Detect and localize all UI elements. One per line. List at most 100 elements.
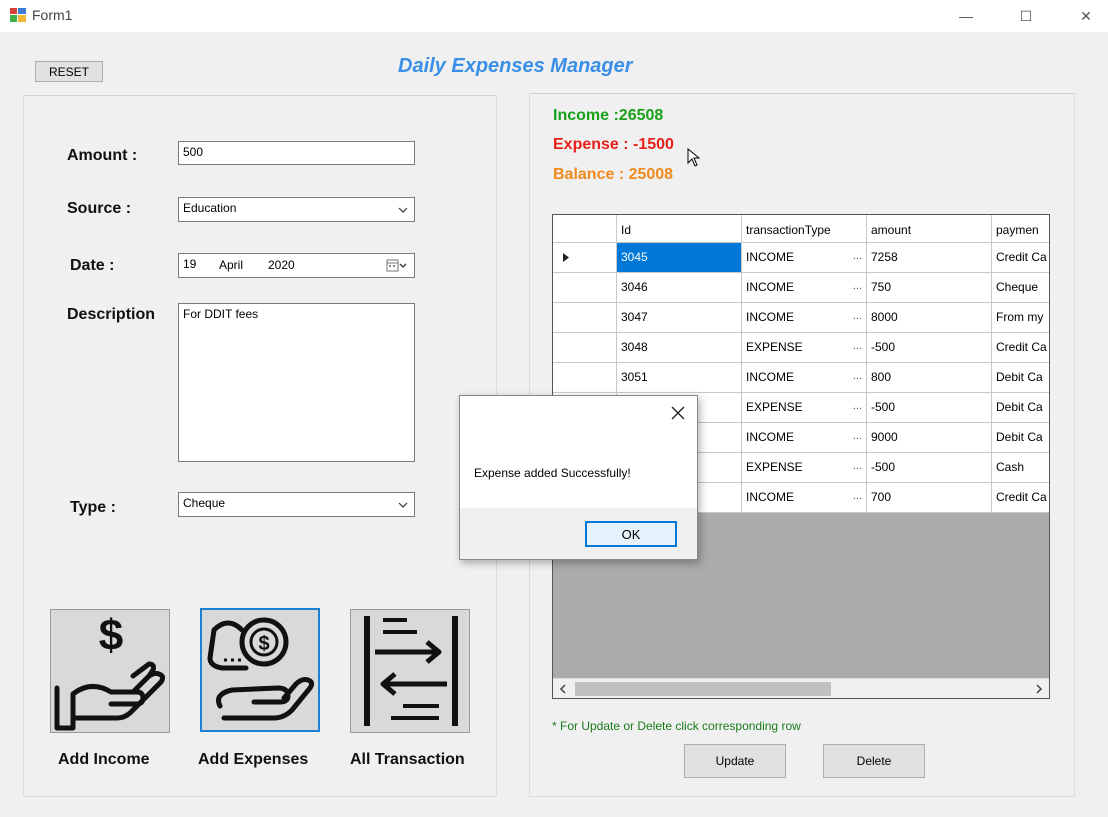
source-select-value: Education (183, 201, 237, 215)
window-title: Form1 (32, 7, 73, 23)
column-header-id[interactable]: Id (617, 215, 742, 243)
cell-amount[interactable]: 800 (867, 363, 992, 393)
column-header-amount[interactable]: amount (867, 215, 992, 243)
table-row[interactable]: 3048 EXPENSE... -500 Credit Ca (553, 333, 1049, 363)
app-heading: Daily Expenses Manager (398, 55, 633, 77)
table-row[interactable]: 3046 INCOME... 750 Cheque (553, 273, 1049, 303)
table-row[interactable]: 3045 INCOME... 7258 Credit Ca (553, 243, 1049, 273)
delete-button[interactable]: Delete (823, 744, 925, 778)
all-transaction-label: All Transaction (350, 751, 465, 768)
type-select-value: Cheque (183, 496, 226, 510)
horizontal-scrollbar[interactable] (553, 678, 1049, 698)
cell-transaction-type[interactable]: EXPENSE... (742, 393, 867, 423)
cell-id[interactable]: 3051 (617, 363, 742, 393)
calendar-dropdown-icon[interactable] (386, 259, 408, 272)
ellipsis-button[interactable]: ... (853, 340, 862, 352)
row-header[interactable] (553, 363, 617, 393)
cell-transaction-type[interactable]: INCOME... (742, 363, 867, 393)
cell-payment[interactable]: Credit Ca (992, 243, 1049, 273)
minimize-button[interactable]: — (944, 0, 988, 32)
ellipsis-button[interactable]: ... (853, 460, 862, 472)
ellipsis-button[interactable]: ... (853, 280, 862, 292)
mouse-cursor-icon (687, 148, 701, 167)
cell-payment[interactable]: Debit Ca (992, 393, 1049, 423)
scrollbar-thumb[interactable] (575, 682, 831, 696)
reset-button[interactable]: RESET (35, 61, 103, 82)
date-year: 2020 (268, 258, 295, 272)
cell-id[interactable]: 3046 (617, 273, 742, 303)
dialog-message: Expense added Successfully! (474, 466, 631, 480)
amount-input[interactable]: 500 (178, 141, 415, 165)
cell-payment[interactable]: From my (992, 303, 1049, 333)
all-transaction-button[interactable] (350, 609, 470, 733)
cell-amount[interactable]: 9000 (867, 423, 992, 453)
ellipsis-button[interactable]: ... (853, 400, 862, 412)
cell-payment[interactable]: Cheque (992, 273, 1049, 303)
row-header[interactable] (553, 303, 617, 333)
cell-payment[interactable]: Cash (992, 453, 1049, 483)
cell-amount[interactable]: -500 (867, 393, 992, 423)
close-icon[interactable] (669, 404, 687, 422)
row-header[interactable] (553, 243, 617, 273)
scroll-left-icon[interactable] (559, 684, 567, 694)
add-expenses-button[interactable]: $ (200, 608, 320, 732)
add-income-button[interactable]: $ (50, 609, 170, 733)
dialog-content (460, 396, 697, 508)
cell-transaction-type[interactable]: INCOME... (742, 243, 867, 273)
cell-payment[interactable]: Credit Ca (992, 483, 1049, 513)
cell-payment[interactable]: Debit Ca (992, 363, 1049, 393)
cell-payment[interactable]: Credit Ca (992, 333, 1049, 363)
date-month: April (219, 258, 244, 272)
description-textarea[interactable]: For DDIT fees (178, 303, 415, 462)
cell-transaction-type[interactable]: INCOME... (742, 303, 867, 333)
cell-transaction-type[interactable]: INCOME... (742, 273, 867, 303)
cell-transaction-type[interactable]: EXPENSE... (742, 453, 867, 483)
cell-type-text: EXPENSE (746, 340, 803, 354)
cell-id[interactable]: 3047 (617, 303, 742, 333)
close-button[interactable]: ✕ (1064, 0, 1108, 32)
app-icon (10, 8, 26, 22)
type-label: Type : (70, 499, 116, 516)
cell-type-text: INCOME (746, 490, 794, 504)
column-header-payment[interactable]: paymen (992, 215, 1049, 243)
cell-id[interactable]: 3045 (617, 243, 742, 273)
cell-type-text: INCOME (746, 370, 794, 384)
cell-amount[interactable]: 8000 (867, 303, 992, 333)
cell-amount[interactable]: 7258 (867, 243, 992, 273)
cell-amount[interactable]: 700 (867, 483, 992, 513)
cell-type-text: INCOME (746, 430, 794, 444)
table-row[interactable]: 3051 INCOME... 800 Debit Ca (553, 363, 1049, 393)
current-row-arrow-icon (563, 253, 569, 262)
source-select[interactable]: Education (178, 197, 415, 222)
maximize-button[interactable]: ☐ (1004, 0, 1048, 32)
cell-payment[interactable]: Debit Ca (992, 423, 1049, 453)
row-header[interactable] (553, 273, 617, 303)
cell-transaction-type[interactable]: EXPENSE... (742, 333, 867, 363)
ellipsis-button[interactable]: ... (853, 370, 862, 382)
ellipsis-button[interactable]: ... (853, 310, 862, 322)
row-header[interactable] (553, 333, 617, 363)
cell-transaction-type[interactable]: INCOME... (742, 423, 867, 453)
cell-transaction-type[interactable]: INCOME... (742, 483, 867, 513)
grid-header-row: Id transactionType amount paymen (553, 215, 1049, 243)
ellipsis-button[interactable]: ... (853, 430, 862, 442)
ellipsis-button[interactable]: ... (853, 250, 862, 262)
cell-amount[interactable]: 750 (867, 273, 992, 303)
svg-text:$: $ (99, 611, 123, 660)
cell-id[interactable]: 3048 (617, 333, 742, 363)
date-picker[interactable]: 19 April 2020 (178, 253, 415, 278)
update-button[interactable]: Update (684, 744, 786, 778)
coin-hand-icon: $ (207, 617, 315, 721)
type-select[interactable]: Cheque (178, 492, 415, 517)
message-dialog: Expense added Successfully! OK (459, 395, 698, 560)
ellipsis-button[interactable]: ... (853, 490, 862, 502)
table-row[interactable]: 3047 INCOME... 8000 From my (553, 303, 1049, 333)
cell-amount[interactable]: -500 (867, 333, 992, 363)
amount-label: Amount : (67, 147, 138, 164)
column-header-transaction-type[interactable]: transactionType (742, 215, 867, 243)
chevron-down-icon (398, 207, 408, 213)
ok-button[interactable]: OK (585, 521, 677, 547)
cell-amount[interactable]: -500 (867, 453, 992, 483)
transfer-arrows-icon (364, 616, 458, 726)
scroll-right-icon[interactable] (1035, 684, 1043, 694)
